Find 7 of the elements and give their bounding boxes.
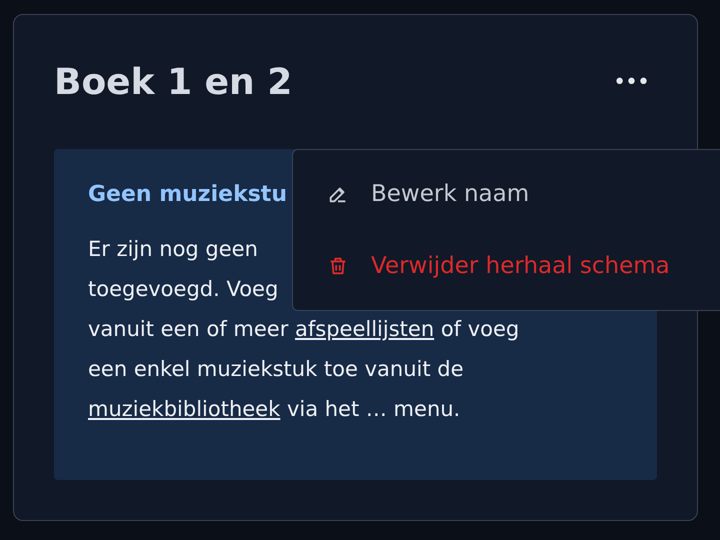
menu-item[interactable]: Verwijder herhaal schema bbox=[327, 253, 720, 279]
notice-title: Geen muziekstu bbox=[88, 181, 287, 209]
menu-item[interactable]: Bewerk naam bbox=[327, 181, 720, 207]
text-link[interactable]: afspeellijsten bbox=[295, 317, 434, 341]
text-link[interactable]: muziekbibliotheek bbox=[88, 397, 280, 421]
more-button[interactable]: ••• bbox=[613, 70, 649, 94]
card-title: Boek 1 en 2 bbox=[54, 62, 292, 102]
